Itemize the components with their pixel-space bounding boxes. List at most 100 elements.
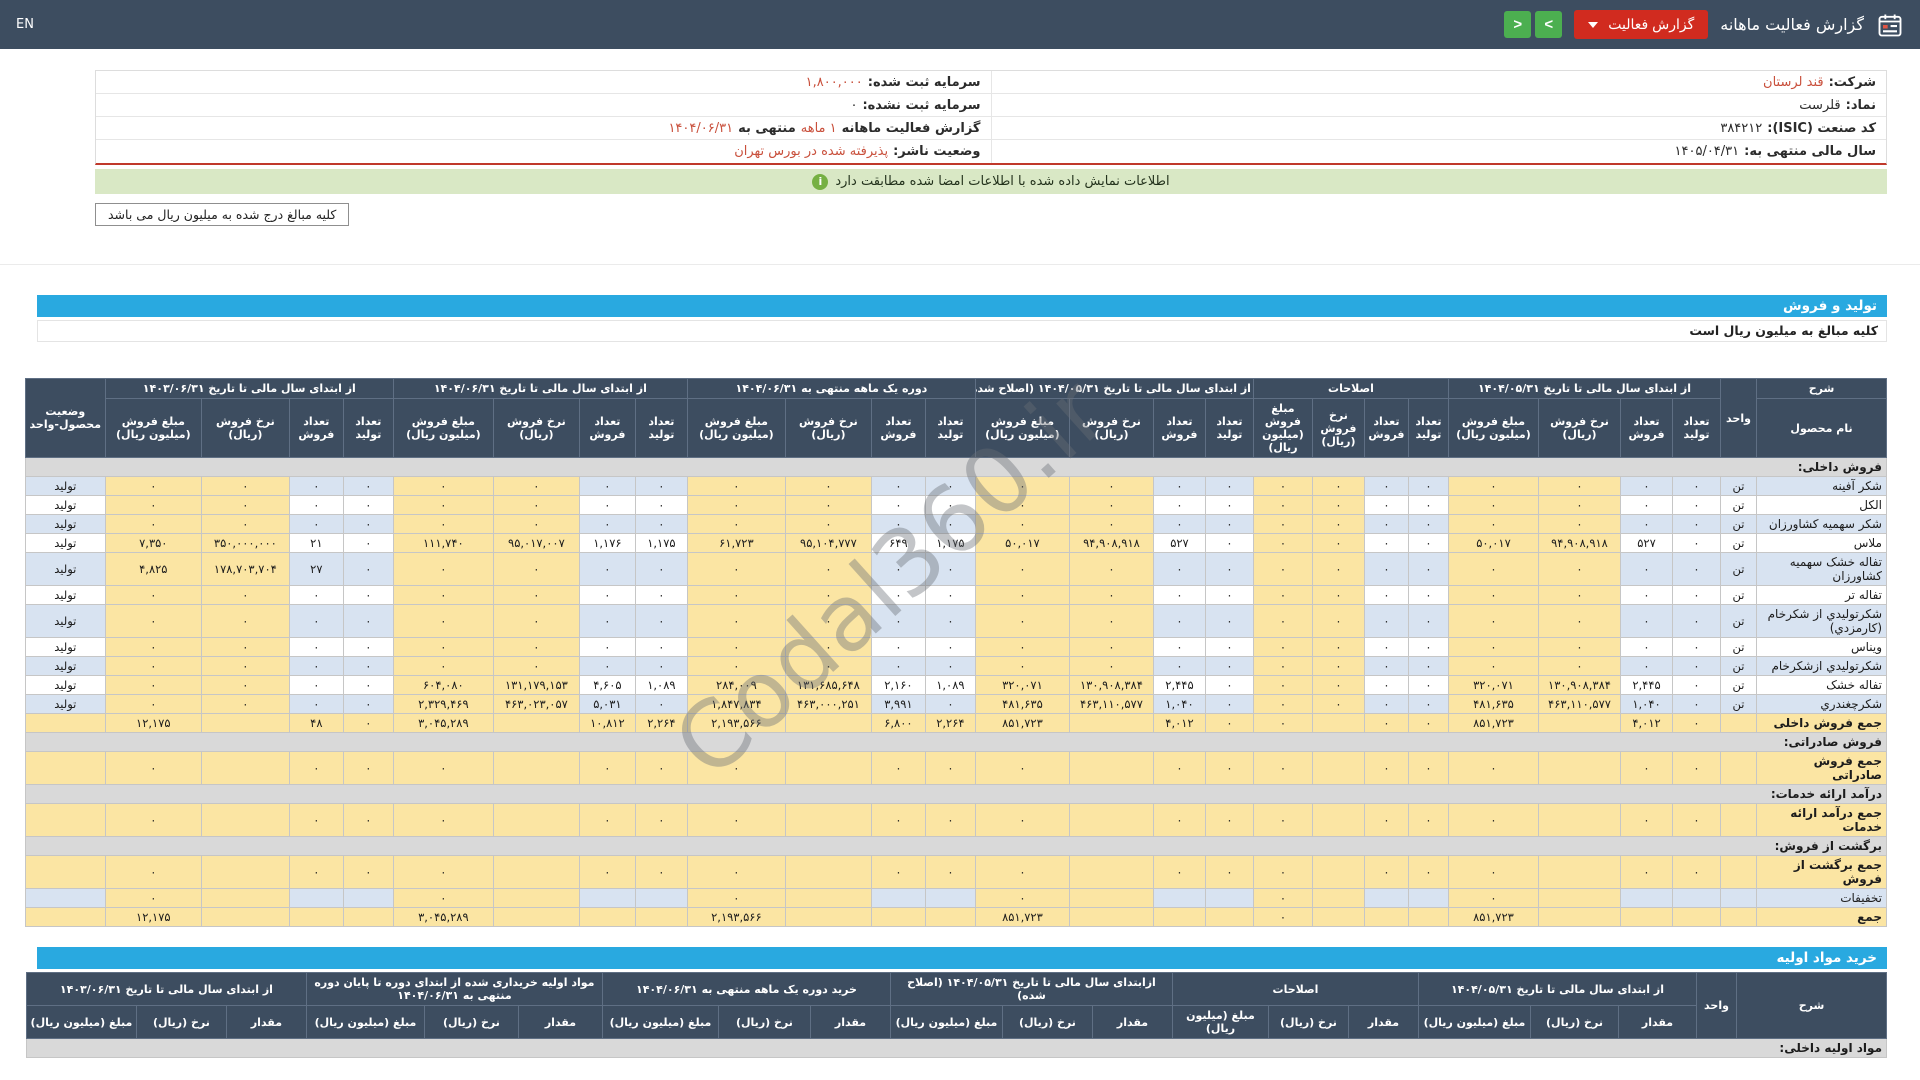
report-type-button[interactable]: گزارش فعالیت (1574, 10, 1708, 39)
value-cell: ۰ (687, 496, 785, 515)
value-cell (201, 714, 289, 733)
value-cell: ۲,۳۲۹,۴۶۹ (393, 695, 493, 714)
column-header: اصلاحات (1172, 973, 1418, 1006)
value-cell: ۰ (1205, 856, 1253, 889)
value-cell: ۰ (1364, 477, 1408, 496)
signed-info-text: اطلاعات نمایش داده شده با اطلاعات امضا ش… (835, 174, 1169, 189)
column-header: تعداد فروش (579, 399, 635, 458)
value-cell: ۰ (289, 695, 343, 714)
value-cell (201, 804, 289, 837)
value-cell: ۰ (1448, 605, 1538, 638)
info-row: کد صنعت (ISIC):۳۸۴۲۱۲گزارش فعالیت ماهانه… (96, 117, 1886, 140)
value-cell: ۰ (1253, 695, 1312, 714)
column-header: شرح (1757, 379, 1887, 399)
value-cell: ۰ (1153, 586, 1205, 605)
value-cell: ۰ (1205, 657, 1253, 676)
value-cell: ۰ (871, 586, 925, 605)
column-header: از ابتدای سال مالی تا تاریخ ۱۴۰۴/۰۵/۳۱ (1418, 973, 1696, 1006)
value-cell: ۳,۰۴۵,۲۸۹ (393, 908, 493, 927)
table-row: ملاستن۰۵۲۷۹۴,۹۰۸,۹۱۸۵۰,۰۱۷۰۰۰۰۰۵۲۷۹۴,۹۰۸… (25, 534, 1886, 553)
next-report-button[interactable]: > (1535, 11, 1562, 38)
value-cell: ۰ (687, 477, 785, 496)
value-cell: ۲,۱۹۳,۵۶۶ (687, 908, 785, 927)
value-cell: ۰ (871, 515, 925, 534)
language-toggle-en[interactable]: EN (16, 17, 34, 32)
value-cell: ۰ (289, 752, 343, 785)
value-cell (1539, 889, 1621, 908)
value-cell: ۰ (343, 496, 393, 515)
value-cell: ۰ (1205, 804, 1253, 837)
value-cell: ۰ (1364, 553, 1408, 586)
value-cell: ۰ (1621, 586, 1673, 605)
value-cell: ۰ (975, 638, 1069, 657)
amounts-unit-note: کلیه مبالغ به میلیون ریال است (37, 320, 1887, 342)
value-cell: ۱۲,۱۷۵ (105, 714, 201, 733)
value-cell: ۰ (343, 553, 393, 586)
value-cell: ۰ (343, 477, 393, 496)
value-cell (1205, 889, 1253, 908)
value-cell: ۰ (785, 553, 871, 586)
value-cell: ۰ (393, 752, 493, 785)
value-cell: ۰ (1448, 657, 1538, 676)
table-row: جمع درآمد ارائه خدمات۰۰۰۰۰۰۰۰۰۰۰۰۰۰۰۰۰۰ (25, 804, 1886, 837)
value-cell: ۰ (105, 605, 201, 638)
raw-materials-table: شرحواحداز ابتدای سال مالی تا تاریخ ۱۴۰۴/… (26, 972, 1887, 1058)
value-cell: ۸۵۱,۷۲۳ (1448, 908, 1538, 927)
column-header: ازابتدای سال مالی تا تاریخ ۱۴۰۴/۰۵/۳۱ (ا… (890, 973, 1172, 1006)
product-name-cell: ویناس (1757, 638, 1887, 657)
value-cell: ۰ (687, 638, 785, 657)
value-cell: ۰ (393, 804, 493, 837)
value-cell: ۰ (1312, 496, 1364, 515)
status-cell: تولید (25, 605, 105, 638)
value-cell: ۰ (1364, 856, 1408, 889)
unit-cell (1721, 804, 1757, 837)
value-cell: ۰ (201, 638, 289, 657)
value-cell: ۰ (1621, 515, 1673, 534)
value-cell: ۰ (343, 534, 393, 553)
value-cell: ۰ (1408, 752, 1448, 785)
value-cell: ۰ (1448, 477, 1538, 496)
info-cell: نماد:قلرست (991, 94, 1887, 116)
value-cell: ۰ (1312, 676, 1364, 695)
product-name-cell: تفاله تر (1757, 586, 1887, 605)
value-cell: ۰ (635, 605, 687, 638)
column-header: تعداد فروش (1621, 399, 1673, 458)
value-cell: ۹۵,۰۱۷,۰۰۷ (493, 534, 579, 553)
value-cell: ۹۴,۹۰۸,۹۱۸ (1069, 534, 1153, 553)
info-row: سال مالی منتهی به:۱۴۰۵/۰۴/۳۱وضعیت ناشر:پ… (96, 140, 1886, 163)
previous-report-button[interactable]: < (1504, 11, 1531, 38)
value-cell: ۰ (1364, 515, 1408, 534)
value-cell: ۰ (493, 657, 579, 676)
product-name-cell: جمع برگشت از فروش (1757, 856, 1887, 889)
product-name-cell: شکرتولیدي از شکرخام (کارمزدي) (1757, 605, 1887, 638)
value-cell: ۰ (785, 638, 871, 657)
value-cell: ۰ (1153, 605, 1205, 638)
info-cell: وضعیت ناشر:پذیرفته شده در بورس تهران (96, 140, 991, 163)
value-cell: ۰ (1205, 714, 1253, 733)
value-cell: ۰ (343, 714, 393, 733)
value-cell (201, 889, 289, 908)
column-header: مبلغ فروش (میلیون ریال) (687, 399, 785, 458)
table-row: جمع۸۵۱,۷۲۳۰۸۵۱,۷۲۳۲,۱۹۳,۵۶۶۳,۰۴۵,۲۸۹۱۲,۱… (25, 908, 1886, 927)
value-cell: ۰ (1205, 605, 1253, 638)
value-cell (1312, 908, 1364, 927)
status-cell (25, 856, 105, 889)
value-cell: ۰ (1621, 856, 1673, 889)
table-row: تفاله ترتن۰۰۰۰۰۰۰۰۰۰۰۰۰۰۰۰۰۰۰۰۰۰۰۰تولید (25, 586, 1886, 605)
value-cell: ۰ (635, 586, 687, 605)
column-header: مقدار (518, 1006, 602, 1039)
value-cell: ۰ (785, 515, 871, 534)
value-cell (785, 752, 871, 785)
column-header: واحد (1697, 973, 1737, 1039)
column-header: نرخ (ریال) (136, 1006, 226, 1039)
value-cell (1312, 804, 1364, 837)
value-cell: ۰ (1069, 553, 1153, 586)
chevron-down-icon (1588, 22, 1598, 28)
value-cell: ۰ (785, 586, 871, 605)
value-cell: ۰ (871, 553, 925, 586)
value-cell: ۰ (1069, 605, 1153, 638)
value-cell: ۰ (343, 676, 393, 695)
value-cell: ۰ (105, 586, 201, 605)
table-row: مواد اولیه داخلی: (26, 1039, 1886, 1058)
value-cell: ۰ (1253, 657, 1312, 676)
